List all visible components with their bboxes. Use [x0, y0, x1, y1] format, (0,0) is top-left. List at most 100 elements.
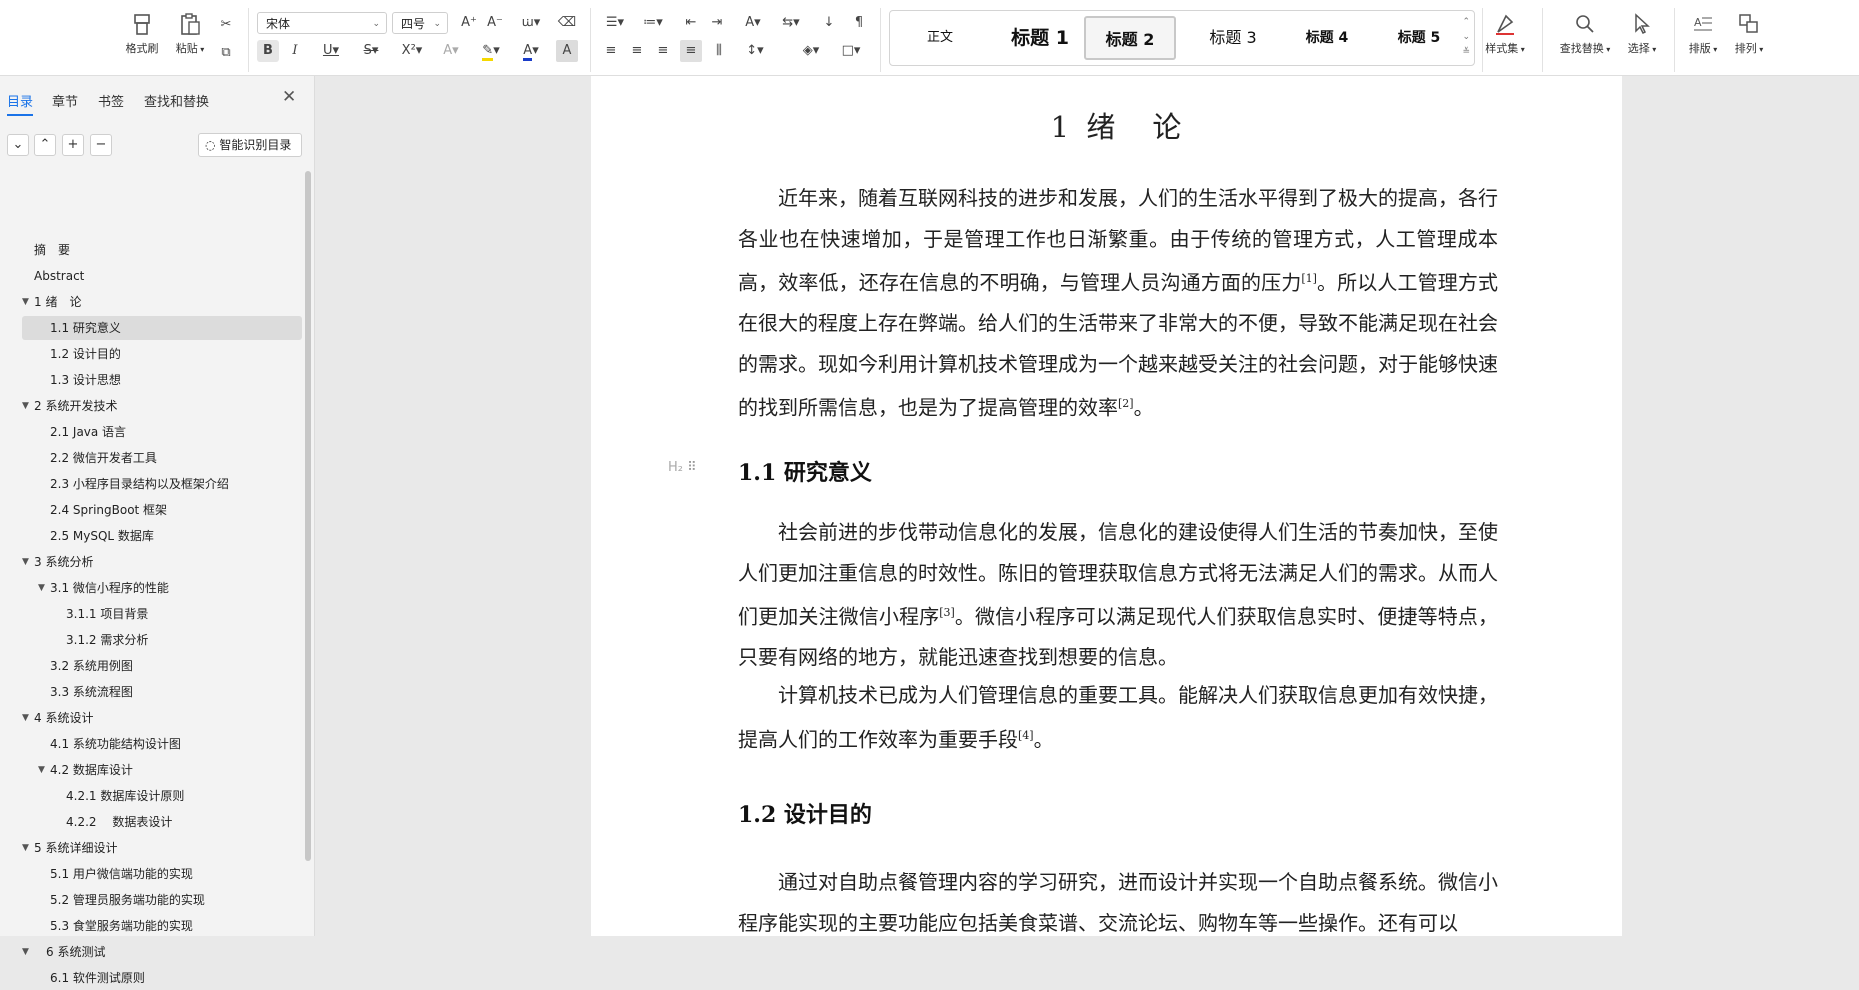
paragraph-1[interactable]: 近年来，随着互联网科技的进步和发展，人们的生活水平得到了极大的提高，各行各业也在… — [738, 178, 1498, 428]
expand-caret-icon[interactable]: ▼ — [22, 394, 29, 418]
tab-find-replace[interactable]: 查找和替换 — [144, 91, 209, 110]
cut-icon[interactable]: ✂ — [215, 14, 237, 36]
font-color-icon[interactable]: A▾ — [516, 40, 546, 62]
toc-item[interactable]: 2.3 小程序目录结构以及框架介绍 — [22, 472, 302, 496]
style-heading-2[interactable]: 标题 2 — [1084, 16, 1176, 60]
paragraph-4[interactable]: 通过对自助点餐管理内容的学习研究，进而设计并实现一个自助点餐系统。微信小程序能实… — [738, 862, 1498, 943]
highlight-icon[interactable]: ✎▾ — [476, 40, 506, 62]
toc-item[interactable]: ▼ 3.1 微信小程序的性能 — [22, 576, 302, 600]
toc-item[interactable]: 3.3 系统流程图 — [22, 680, 302, 704]
expand-caret-icon[interactable]: ▼ — [22, 290, 29, 314]
expand-caret-icon[interactable]: ▼ — [22, 706, 29, 730]
superscript-icon[interactable]: X²▾ — [396, 40, 428, 62]
style-heading-5[interactable]: 标题 5 — [1376, 16, 1462, 60]
sort-icon[interactable]: ↓ — [818, 12, 840, 34]
tab-chapters[interactable]: 章节 — [52, 91, 78, 110]
style-set-button[interactable]: 样式集 ▾ — [1480, 12, 1530, 64]
tab-bookmarks[interactable]: 书签 — [98, 91, 124, 110]
paragraph-2[interactable]: 社会前进的步伐带动信息化的发展，信息化的建设使得人们生活的节奏加快，至使人们更加… — [738, 512, 1498, 678]
toc-item[interactable]: 4.2.2 数据表设计 — [22, 810, 302, 834]
toc-item[interactable]: ▼ 1 绪 论 — [22, 290, 302, 314]
style-heading-4[interactable]: 标题 4 — [1284, 16, 1370, 60]
toc-item[interactable]: 4.1 系统功能结构设计图 — [22, 732, 302, 756]
toc-item[interactable]: Abstract — [22, 264, 302, 288]
justify-icon[interactable]: ≡ — [680, 40, 702, 62]
toc-item[interactable]: 3.1.1 项目背景 — [22, 602, 302, 626]
align-right-icon[interactable]: ≡ — [652, 40, 674, 62]
toc-item[interactable]: ▼ 5 系统详细设计 — [22, 836, 302, 860]
find-replace-button[interactable]: 查找替换 ▾ — [1554, 12, 1616, 64]
expand-caret-icon[interactable]: ▼ — [38, 576, 45, 600]
toc-item[interactable]: ▼ 4.2 数据库设计 — [22, 758, 302, 782]
toc-item[interactable]: 摘 要 — [22, 238, 302, 262]
expand-caret-icon[interactable]: ▼ — [22, 836, 29, 860]
italic-icon[interactable]: I — [284, 40, 306, 62]
section-heading-1-1[interactable]: 1.1 研究意义 — [738, 455, 872, 487]
layout-button[interactable]: A 排版 ▾ — [1682, 12, 1724, 64]
align-center-icon[interactable]: ≡ — [626, 40, 648, 62]
shading-icon[interactable]: ◈▾ — [796, 40, 826, 62]
style-heading-1[interactable]: 标题 1 — [990, 16, 1090, 60]
toc-item[interactable]: 5.2 管理员服务端功能的实现 — [22, 888, 302, 912]
line-spacing-mode-icon[interactable]: ⇆▾ — [776, 12, 806, 34]
line-spacing-icon[interactable]: ↕▾ — [740, 40, 770, 62]
close-icon[interactable]: ✕ — [282, 87, 296, 107]
align-left-icon[interactable]: ≡ — [600, 40, 622, 62]
decrease-font-icon[interactable]: A⁻ — [484, 12, 506, 34]
underline-icon[interactable]: U▾ — [316, 40, 346, 62]
toc-item[interactable]: 2.1 Java 语言 — [22, 420, 302, 444]
format-painter-button[interactable]: 格式刷 — [120, 12, 164, 64]
expand-down-icon[interactable]: ⌄ — [7, 134, 29, 156]
toc-item[interactable]: 2.4 SpringBoot 框架 — [22, 498, 302, 522]
toc-item[interactable]: 1.3 设计思想 — [22, 368, 302, 392]
distributed-icon[interactable]: ⫼ — [708, 40, 730, 62]
text-effect-icon[interactable]: A▾ — [436, 40, 466, 62]
paste-button[interactable]: 粘贴 ▾ — [168, 12, 212, 64]
toc-item[interactable]: ▼ 4 系统设计 — [22, 706, 302, 730]
toc-item[interactable]: ▼ 2 系统开发技术 — [22, 394, 302, 418]
numbered-list-icon[interactable]: ≔▾ — [638, 12, 668, 34]
toc-item[interactable]: 1.2 设计目的 — [22, 342, 302, 366]
section-heading-1-2[interactable]: 1.2 设计目的 — [738, 797, 872, 829]
decrease-indent-icon[interactable]: ⇤ — [680, 12, 702, 34]
bold-icon[interactable]: B — [257, 40, 279, 62]
toc-item[interactable]: 5.1 用户微信端功能的实现 — [22, 862, 302, 886]
toc-item[interactable]: 3.2 系统用例图 — [22, 654, 302, 678]
style-normal[interactable]: 正文 — [910, 16, 970, 60]
toc-item[interactable]: 5.3 食堂服务端功能的实现 — [22, 914, 302, 938]
expand-caret-icon[interactable]: ▼ — [22, 550, 29, 574]
strikethrough-icon[interactable]: S▾ — [356, 40, 386, 62]
clear-format-icon[interactable]: ⌫ — [556, 12, 578, 34]
collapse-up-icon[interactable]: ⌃ — [34, 134, 56, 156]
expand-caret-icon[interactable]: ▼ — [22, 940, 29, 964]
expand-caret-icon[interactable]: ▼ — [38, 758, 45, 782]
char-shading-icon[interactable]: A — [556, 40, 578, 62]
phonetic-guide-icon[interactable]: ꭐ▾ — [514, 12, 548, 34]
toc-item[interactable]: 1.1 研究意义 — [22, 316, 302, 340]
copy-icon[interactable]: ⧉ — [215, 42, 237, 64]
drag-handle-icon[interactable]: ⠿ — [687, 460, 697, 475]
bullet-list-icon[interactable]: ☰▾ — [600, 12, 630, 34]
toc-item[interactable]: 2.2 微信开发者工具 — [22, 446, 302, 470]
border-icon[interactable]: □▾ — [836, 40, 866, 62]
toc-item[interactable]: 3.1.2 需求分析 — [22, 628, 302, 652]
arrange-button[interactable]: 排列 ▾ — [1728, 12, 1770, 64]
increase-font-icon[interactable]: A⁺ — [458, 12, 480, 34]
tab-toc[interactable]: 目录 — [7, 91, 34, 116]
toc-item[interactable]: ▼ 6 系统测试 — [22, 940, 302, 964]
select-button[interactable]: 选择 ▾ — [1620, 12, 1664, 64]
paragraph-3[interactable]: 计算机技术已成为人们管理信息的重要工具。能解决人们获取信息更加有效快捷，提高人们… — [738, 675, 1498, 760]
toc-item[interactable]: 2.5 MySQL 数据库 — [22, 524, 302, 548]
text-direction-icon[interactable]: A▾ — [738, 12, 768, 34]
remove-icon[interactable]: − — [90, 134, 112, 156]
font-name-select[interactable]: 宋体 ⌄ — [257, 12, 387, 34]
add-icon[interactable]: + — [62, 134, 84, 156]
toc-item[interactable]: ▼ 3 系统分析 — [22, 550, 302, 574]
toc-item[interactable]: 6.1 软件测试原则 — [22, 966, 302, 990]
increase-indent-icon[interactable]: ⇥ — [706, 12, 728, 34]
toc-item[interactable]: 4.2.1 数据库设计原则 — [22, 784, 302, 808]
smart-toc-button[interactable]: ◌ 智能识别目录 — [198, 133, 302, 157]
style-heading-3[interactable]: 标题 3 — [1190, 16, 1276, 60]
scrollbar[interactable] — [305, 171, 311, 861]
font-size-select[interactable]: 四号 ⌄ — [392, 12, 448, 34]
